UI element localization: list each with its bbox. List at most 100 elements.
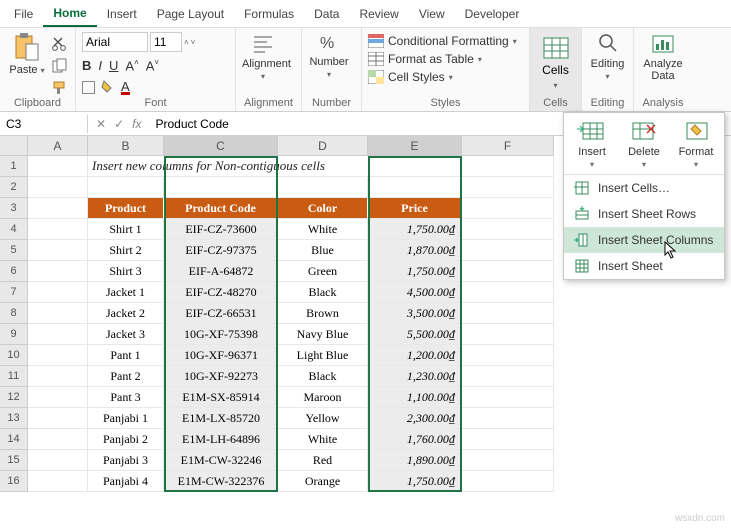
cell-color[interactable]: Yellow [278, 408, 368, 429]
fill-color-button[interactable] [101, 79, 115, 96]
cell-product[interactable]: Panjabi 1 [88, 408, 164, 429]
cell[interactable] [28, 387, 88, 408]
cell-product[interactable]: Pant 1 [88, 345, 164, 366]
header-price[interactable]: Price [368, 198, 462, 219]
borders-button[interactable] [82, 81, 95, 94]
cell[interactable] [462, 156, 554, 177]
editing-button[interactable]: Editing▾ [588, 32, 627, 82]
cell-price[interactable]: 1,890.00₫ [368, 450, 462, 471]
cell-product-code[interactable]: EIF-CZ-66531 [164, 303, 278, 324]
cells-button[interactable]: Cells▾ [536, 32, 575, 91]
cell-color[interactable]: Brown [278, 303, 368, 324]
menu-home[interactable]: Home [43, 1, 96, 27]
cell[interactable] [462, 366, 554, 387]
cell-price[interactable]: 1,750.00₫ [368, 471, 462, 492]
row-header[interactable]: 10 [0, 345, 28, 366]
row-header[interactable]: 14 [0, 429, 28, 450]
insert-split-button[interactable]: Insert▾ [570, 119, 614, 170]
format-split-button[interactable]: Format▾ [674, 119, 718, 170]
font-size-down-icon[interactable]: ˅ [191, 38, 196, 47]
cell-price[interactable]: 4,500.00₫ [368, 282, 462, 303]
alignment-button[interactable]: Alignment ▾ [242, 32, 284, 82]
col-header-f[interactable]: F [462, 136, 554, 156]
font-size-combo[interactable] [150, 32, 182, 52]
menu-review[interactable]: Review [349, 2, 408, 26]
cell[interactable] [28, 450, 88, 471]
cell[interactable] [28, 408, 88, 429]
cell[interactable] [462, 324, 554, 345]
row-header[interactable]: 9 [0, 324, 28, 345]
cell[interactable] [462, 345, 554, 366]
delete-split-button[interactable]: Delete▾ [622, 119, 666, 170]
cell-color[interactable]: Black [278, 366, 368, 387]
enter-formula-icon[interactable]: ✓ [114, 117, 124, 131]
cell[interactable] [88, 177, 164, 198]
underline-button[interactable]: U [109, 58, 118, 73]
row-header[interactable]: 3 [0, 198, 28, 219]
row-header[interactable]: 15 [0, 450, 28, 471]
row-header[interactable]: 2 [0, 177, 28, 198]
cell-product[interactable]: Jacket 3 [88, 324, 164, 345]
cell-product[interactable]: Panjabi 3 [88, 450, 164, 471]
cell-price[interactable]: 1,230.00₫ [368, 366, 462, 387]
italic-button[interactable]: I [98, 58, 102, 73]
row-header[interactable]: 11 [0, 366, 28, 387]
cell-color[interactable]: Maroon [278, 387, 368, 408]
cell[interactable] [164, 177, 278, 198]
cell[interactable] [462, 387, 554, 408]
cell[interactable] [28, 429, 88, 450]
select-all-corner[interactable] [0, 136, 28, 156]
conditional-formatting-button[interactable]: Conditional Formatting▾ [368, 34, 517, 48]
cell-price[interactable]: 3,500.00₫ [368, 303, 462, 324]
cell-price[interactable]: 1,100.00₫ [368, 387, 462, 408]
cell[interactable] [28, 198, 88, 219]
cell-color[interactable]: Blue [278, 240, 368, 261]
cell[interactable] [462, 219, 554, 240]
cell-color[interactable]: Red [278, 450, 368, 471]
cell-product[interactable]: Panjabi 4 [88, 471, 164, 492]
col-header-a[interactable]: A [28, 136, 88, 156]
cell-product[interactable]: Shirt 2 [88, 240, 164, 261]
grow-font-button[interactable]: A˄ [125, 58, 138, 73]
row-header[interactable]: 12 [0, 387, 28, 408]
cell-product-code[interactable]: E1M-CW-322376 [164, 471, 278, 492]
paste-button[interactable]: Paste ▾ [6, 32, 48, 76]
cell[interactable] [462, 408, 554, 429]
cell-product-code[interactable]: E1M-LH-64896 [164, 429, 278, 450]
cell-styles-button[interactable]: Cell Styles▾ [368, 70, 517, 84]
font-name-combo[interactable] [82, 32, 148, 52]
cell-price[interactable]: 1,750.00₫ [368, 261, 462, 282]
cell[interactable] [28, 219, 88, 240]
row-header[interactable]: 13 [0, 408, 28, 429]
cell[interactable] [462, 177, 554, 198]
cell[interactable] [28, 261, 88, 282]
cell[interactable] [462, 303, 554, 324]
cell-price[interactable]: 1,750.00₫ [368, 219, 462, 240]
shrink-font-button[interactable]: A˅ [146, 58, 159, 73]
cell-product-code[interactable]: E1M-SX-85914 [164, 387, 278, 408]
cell-product-code[interactable]: EIF-CZ-97375 [164, 240, 278, 261]
cell-color[interactable]: White [278, 219, 368, 240]
number-button[interactable]: % Number ▾ [308, 32, 350, 80]
cell-price[interactable]: 5,500.00₫ [368, 324, 462, 345]
col-header-c[interactable]: C [164, 136, 278, 156]
cell-price[interactable]: 1,200.00₫ [368, 345, 462, 366]
cell[interactable] [462, 429, 554, 450]
row-header[interactable]: 1 [0, 156, 28, 177]
cell[interactable] [28, 324, 88, 345]
cut-icon[interactable] [52, 36, 68, 52]
cell[interactable] [28, 240, 88, 261]
bold-button[interactable]: B [82, 58, 91, 73]
col-header-b[interactable]: B [88, 136, 164, 156]
menu-page-layout[interactable]: Page Layout [147, 2, 234, 26]
menu-data[interactable]: Data [304, 2, 349, 26]
insert-sheet-menuitem[interactable]: Insert Sheet [564, 253, 724, 279]
cell-product-code[interactable]: 10G-XF-75398 [164, 324, 278, 345]
cancel-formula-icon[interactable]: ✕ [96, 117, 106, 131]
cell-price[interactable]: 2,300.00₫ [368, 408, 462, 429]
cell-product-code[interactable]: EIF-CZ-48270 [164, 282, 278, 303]
font-color-button[interactable]: A [121, 81, 130, 95]
cell[interactable] [28, 156, 88, 177]
cell-product[interactable]: Jacket 1 [88, 282, 164, 303]
cell-color[interactable]: White [278, 429, 368, 450]
